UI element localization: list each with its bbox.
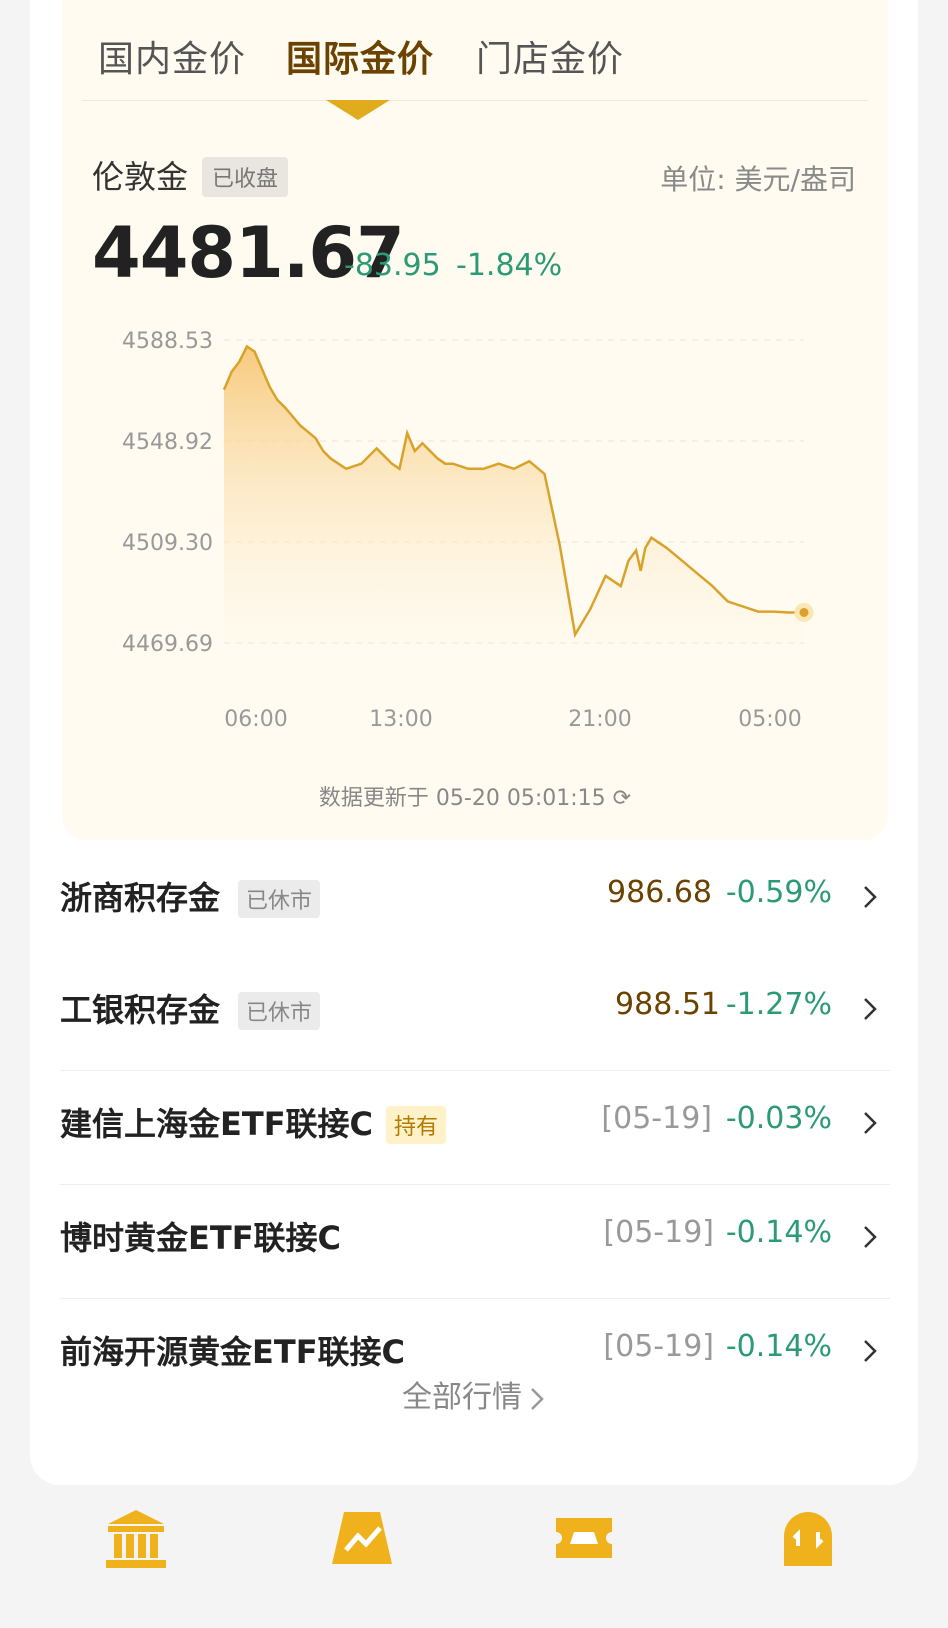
product-value: 988.51 (615, 987, 720, 1022)
product-name: 前海开源黄金ETF联接C (60, 1333, 406, 1371)
product-name: 工银积存金 (60, 991, 221, 1029)
status-badge: 已休市 (238, 992, 321, 1030)
price-tabs: 国内金价 国际金价 门店金价 (62, 22, 888, 102)
product-date: [05-19] (603, 1215, 714, 1250)
chevron-right-icon (531, 1387, 544, 1410)
price-change-pct: -1.84% (456, 248, 563, 283)
product-change-pct: -1.27% (725, 987, 832, 1022)
product-name: 博时黄金ETF联接C (60, 1219, 342, 1257)
x-tick-label: 13:00 (369, 707, 432, 732)
chevron-right-icon (864, 1226, 877, 1248)
product-value: 986.68 (607, 875, 712, 910)
market-status-badge: 已收盘 (202, 157, 289, 197)
y-tick-label: 4469.69 (122, 632, 213, 657)
product-name: 浙商积存金 (60, 879, 221, 917)
update-timestamp[interactable]: 数据更新于 05-20 05:01:15 ⟳ (62, 780, 888, 812)
bank-icon[interactable] (104, 1506, 168, 1570)
product-change-pct: -0.03% (725, 1101, 832, 1136)
y-tick-label: 4548.92 (122, 430, 213, 455)
gold-ticket-icon[interactable] (552, 1506, 616, 1570)
y-tick-label: 4509.30 (122, 531, 213, 556)
list-item[interactable]: 博时黄金ETF联接C [05-19] -0.14% (60, 1180, 890, 1295)
price-area (224, 346, 804, 643)
product-change-pct: -0.14% (725, 1329, 832, 1364)
tab-domestic-gold[interactable]: 国内金价 (98, 30, 246, 82)
active-tab-caret-icon (326, 100, 390, 120)
all-quotes-link[interactable]: 全部行情 (0, 1372, 948, 1416)
chevron-right-icon (864, 998, 877, 1020)
list-item[interactable]: 建信上海金ETF联接C 持有 [05-19] -0.03% (60, 1066, 890, 1181)
product-change-pct: -0.14% (725, 1215, 832, 1250)
gold-exchange-icon[interactable] (776, 1506, 840, 1570)
tab-divider (82, 100, 868, 101)
list-item[interactable]: 浙商积存金 已休市 986.68 -0.59% (60, 840, 890, 955)
product-date: [05-19] (603, 1329, 714, 1364)
chevron-right-icon (864, 1340, 877, 1362)
x-tick-label: 21:00 (568, 707, 631, 732)
tab-store-gold[interactable]: 门店金价 (476, 30, 624, 82)
x-tick-label: 05:00 (738, 707, 801, 732)
holding-badge: 持有 (386, 1106, 447, 1144)
price-chart[interactable]: 4588.53 4548.92 4509.30 4469.69 06:00 13:00 2… (62, 320, 888, 740)
unit-label: 单位: 美元/盎司 (660, 163, 856, 196)
status-badge: 已休市 (238, 880, 321, 918)
gold-chart-icon[interactable] (330, 1506, 394, 1570)
product-name: 建信上海金ETF联接C (60, 1105, 374, 1143)
x-tick-label: 06:00 (224, 707, 287, 732)
y-tick-label: 4588.53 (122, 329, 213, 354)
price-change: -83.95 (344, 248, 441, 283)
list-item[interactable]: 工银积存金 已休市 988.51 -1.27% (60, 952, 890, 1067)
chevron-right-icon (864, 886, 877, 908)
tab-international-gold[interactable]: 国际金价 (286, 30, 434, 82)
product-change-pct: -0.59% (725, 875, 832, 910)
chart-card: 国内金价 国际金价 门店金价 伦敦金 已收盘 单位: 美元/盎司 4481.67… (62, 0, 888, 840)
chevron-right-icon (864, 1112, 877, 1134)
product-date: [05-19] (601, 1101, 712, 1136)
last-price-dot (794, 602, 814, 622)
instrument-name: 伦敦金 (92, 158, 189, 196)
all-quotes-label: 全部行情 (402, 1380, 522, 1415)
